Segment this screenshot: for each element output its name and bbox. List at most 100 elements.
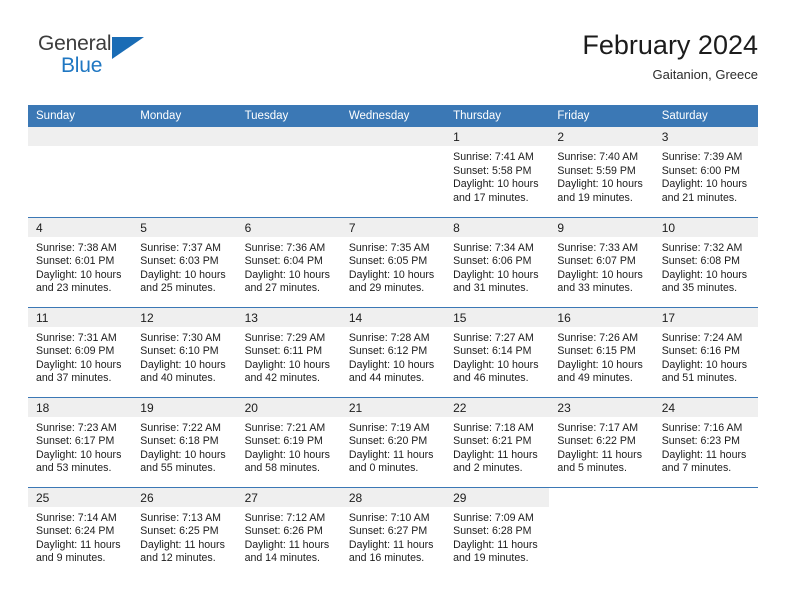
flag-triangle-icon [112,37,144,59]
daylight-text-line2: and 27 minutes. [244,282,320,295]
calendar-day-cell[interactable]: 15 Sunrise: 7:27 AM Sunset: 6:14 PM Dayligh… [445,306,550,397]
daylight-text-line2: and 55 minutes. [140,462,216,475]
daylight-text-line1: Daylight: 10 hours [140,358,226,371]
sunrise-text: Sunrise: 7:36 AM [244,241,326,254]
calendar-day-cell[interactable]: 11 Sunrise: 7:31 AM Sunset: 6:09 PM Dayligh… [28,306,133,397]
daylight-text-line2: and 0 minutes. [348,462,419,475]
sunset-text: Sunset: 6:12 PM [348,345,428,358]
calendar-day-cell[interactable]: 17 Sunrise: 7:24 AM Sunset: 6:16 PM Dayligh… [653,306,758,397]
daylight-text-line1: Daylight: 10 hours [453,178,539,191]
weekday-header-friday: Friday [549,105,654,127]
calendar-day-cell[interactable]: 1 Sunrise: 7:41 AM Sunset: 5:58 PM Daylight… [445,127,550,217]
calendar-day-cell[interactable]: 23 Sunrise: 7:17 AM Sunset: 6:22 PM Dayligh… [549,396,654,487]
sunrise-text: Sunrise: 7:13 AM [140,511,221,524]
calendar-day-cell[interactable]: 2 Sunrise: 7:40 AM Sunset: 5:59 PM Daylight… [549,127,654,217]
sunrise-text: Sunrise: 7:32 AM [661,241,743,254]
calendar-day-cell[interactable]: 4 Sunrise: 7:38 AM Sunset: 6:01 PM Daylight… [28,216,133,307]
day-number [549,488,653,507]
day-details: Sunrise: 7:19 AM Sunset: 6:20 PM Daylight:… [341,417,445,476]
calendar-day-cell[interactable]: 19 Sunrise: 7:22 AM Sunset: 6:18 PM Dayligh… [132,396,237,487]
calendar-day-cell[interactable]: 7 Sunrise: 7:35 AM Sunset: 6:05 PM Daylight… [340,216,446,307]
sunrise-text: Sunrise: 7:39 AM [661,151,743,163]
calendar-day-cell[interactable]: 8 Sunrise: 7:34 AM Sunset: 6:06 PM Daylight… [445,216,550,307]
calendar-day-cell[interactable]: 3 Sunrise: 7:39 AM Sunset: 6:00 PM Daylight… [653,127,758,217]
day-number: 27 [236,487,341,507]
calendar-day-cell[interactable]: 9 Sunrise: 7:33 AM Sunset: 6:07 PM Daylight… [549,216,654,307]
day-details: Sunrise: 7:24 AM Sunset: 6:16 PM Daylight:… [654,327,758,386]
daylight-text-line1: Daylight: 11 hours [453,448,538,461]
daylight-text-line1: Daylight: 10 hours [557,268,643,281]
day-number: 2 [549,127,654,146]
day-number: 15 [445,307,550,327]
daylight-text-line1: Daylight: 10 hours [557,178,643,191]
sunrise-text: Sunrise: 7:38 AM [36,241,117,254]
calendar-day-cell[interactable]: 22 Sunrise: 7:18 AM Sunset: 6:21 PM Dayligh… [445,396,550,487]
day-details: Sunrise: 7:41 AM Sunset: 5:58 PM Daylight:… [445,146,549,205]
day-details: Sunrise: 7:28 AM Sunset: 6:12 PM Daylight:… [341,327,445,386]
calendar-day-cell[interactable]: 26 Sunrise: 7:13 AM Sunset: 6:25 PM Dayligh… [132,486,237,577]
sunrise-text: Sunrise: 7:29 AM [244,331,326,344]
page-title: February 2024 [582,30,758,60]
calendar-day-cell[interactable]: 24 Sunrise: 7:16 AM Sunset: 6:23 PM Dayligh… [653,396,758,487]
daylight-text-line1: Daylight: 10 hours [453,268,539,281]
day-number: 3 [653,127,758,146]
weekday-header-monday: Monday [132,105,237,127]
daylight-text-line2: and 2 minutes. [453,462,523,475]
sunset-text: Sunset: 6:20 PM [348,435,428,448]
day-details: Sunrise: 7:27 AM Sunset: 6:14 PM Daylight:… [445,327,549,386]
daylight-text-line2: and 42 minutes. [244,372,320,385]
sunrise-text: Sunrise: 7:22 AM [140,421,221,434]
calendar-day-cell[interactable]: 14 Sunrise: 7:28 AM Sunset: 6:12 PM Dayligh… [340,306,446,397]
general-blue-logo[interactable]: General Blue [38,32,158,84]
day-details: Sunrise: 7:17 AM Sunset: 6:22 PM Daylight:… [549,417,653,476]
day-number: 8 [445,217,550,237]
sunset-text: Sunset: 6:25 PM [140,525,219,538]
calendar-day-cell[interactable]: 6 Sunrise: 7:36 AM Sunset: 6:04 PM Daylight… [236,216,341,307]
sunrise-text: Sunrise: 7:16 AM [661,421,743,434]
daylight-text-line2: and 12 minutes. [140,552,216,565]
day-details: Sunrise: 7:33 AM Sunset: 6:07 PM Daylight:… [549,237,653,296]
day-number: 14 [340,307,446,327]
calendar-day-cell[interactable]: 21 Sunrise: 7:19 AM Sunset: 6:20 PM Dayligh… [340,396,446,487]
daylight-text-line1: Daylight: 10 hours [348,358,435,371]
day-number: 6 [236,217,341,237]
daylight-text-line1: Daylight: 10 hours [453,358,539,371]
daylight-text-line1: Daylight: 10 hours [244,268,330,281]
day-number: 11 [28,307,133,327]
calendar-day-cell[interactable]: 5 Sunrise: 7:37 AM Sunset: 6:03 PM Daylight… [132,216,237,307]
calendar-day-cell[interactable]: 16 Sunrise: 7:26 AM Sunset: 6:15 PM Dayligh… [549,306,654,397]
sunrise-text: Sunrise: 7:37 AM [140,241,221,254]
daylight-text-line2: and 21 minutes. [661,191,738,204]
daylight-text-line2: and 37 minutes. [36,372,112,385]
calendar-day-cell[interactable]: 10 Sunrise: 7:32 AM Sunset: 6:08 PM Dayligh… [653,216,758,307]
calendar-day-cell[interactable]: 25 Sunrise: 7:14 AM Sunset: 6:24 PM Dayligh… [28,486,133,577]
day-number [132,127,237,146]
sunset-text: Sunset: 6:19 PM [244,435,323,448]
day-number: 21 [340,397,446,417]
daylight-text-line2: and 9 minutes. [36,552,106,565]
calendar-day-cell[interactable]: 20 Sunrise: 7:21 AM Sunset: 6:19 PM Dayligh… [236,396,341,487]
calendar-day-cell[interactable]: 13 Sunrise: 7:29 AM Sunset: 6:11 PM Dayligh… [236,306,341,397]
day-number: 17 [653,307,758,327]
calendar-week-row: 4 Sunrise: 7:38 AM Sunset: 6:01 PM Daylight… [28,216,758,307]
calendar-day-cell[interactable]: 12 Sunrise: 7:30 AM Sunset: 6:10 PM Dayligh… [132,306,237,397]
calendar-day-cell-empty [28,127,133,217]
sunset-text: Sunset: 6:11 PM [244,345,323,358]
calendar-day-cell[interactable]: 18 Sunrise: 7:23 AM Sunset: 6:17 PM Dayligh… [28,396,133,487]
calendar-day-cell[interactable]: 29 Sunrise: 7:09 AM Sunset: 6:28 PM Dayligh… [445,486,550,577]
day-number: 12 [132,307,237,327]
sunrise-text: Sunrise: 7:21 AM [244,421,326,434]
sunrise-text: Sunrise: 7:24 AM [661,331,743,344]
weekday-header-sunday: Sunday [28,105,133,127]
daylight-text-line1: Daylight: 10 hours [661,268,748,281]
daylight-text-line2: and 19 minutes. [557,191,633,204]
sunrise-text: Sunrise: 7:23 AM [36,421,117,434]
sunrise-text: Sunrise: 7:40 AM [557,151,639,163]
day-details: Sunrise: 7:16 AM Sunset: 6:23 PM Daylight:… [654,417,758,476]
day-number [28,127,133,146]
calendar-day-cell[interactable]: 28 Sunrise: 7:10 AM Sunset: 6:27 PM Dayligh… [340,486,446,577]
calendar-day-cell[interactable]: 27 Sunrise: 7:12 AM Sunset: 6:26 PM Dayligh… [236,486,341,577]
sunset-text: Sunset: 6:26 PM [244,525,323,538]
daylight-text-line1: Daylight: 10 hours [140,268,226,281]
day-number [340,127,446,146]
